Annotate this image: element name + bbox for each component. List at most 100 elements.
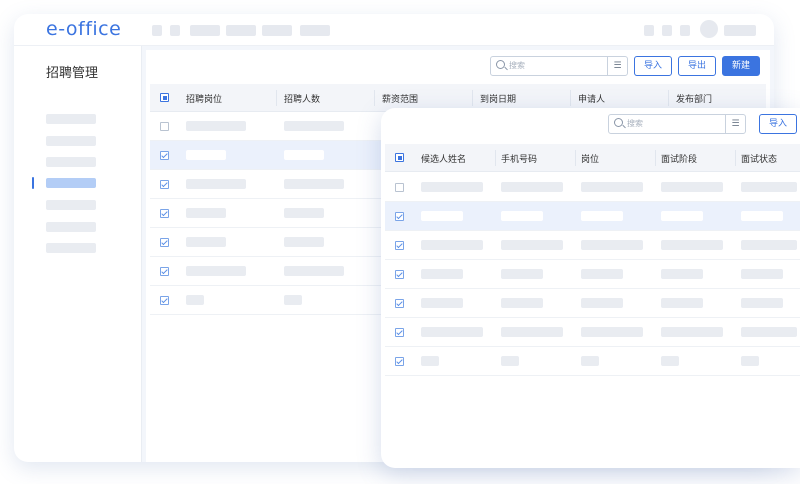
filter-icon[interactable]: ☰ <box>607 57 627 75</box>
column-divider <box>374 90 375 106</box>
row-checkbox[interactable] <box>395 357 404 366</box>
toolbar-icon-placeholder[interactable] <box>644 25 654 36</box>
row-checkbox[interactable] <box>395 270 404 279</box>
cell-placeholder <box>421 298 463 308</box>
import-button[interactable]: 导入 <box>634 56 672 76</box>
cell-placeholder <box>741 269 783 279</box>
sidebar-item[interactable] <box>46 243 96 253</box>
cell-placeholder <box>581 240 643 250</box>
column-divider <box>575 150 576 166</box>
column-header[interactable]: 手机号码 <box>501 152 537 165</box>
row-checkbox[interactable] <box>395 299 404 308</box>
top-nav-placeholder[interactable] <box>190 25 220 36</box>
table-header: 候选人姓名 手机号码 岗位 面试阶段 面试状态 <box>385 144 800 172</box>
toolbar-icon-placeholder[interactable] <box>662 25 672 36</box>
row-checkbox[interactable] <box>160 122 169 131</box>
column-header[interactable]: 面试状态 <box>741 152 777 165</box>
row-checkbox[interactable] <box>160 151 169 160</box>
cell-placeholder <box>421 269 463 279</box>
row-checkbox[interactable] <box>160 180 169 189</box>
cell-placeholder <box>741 211 783 221</box>
cell-placeholder <box>421 211 463 221</box>
create-button[interactable]: 新建 <box>722 56 760 76</box>
sidebar-title: 招聘管理 <box>46 66 99 81</box>
sidebar-item[interactable] <box>46 222 96 232</box>
cell-placeholder <box>421 327 483 337</box>
app-logo[interactable]: e-office <box>46 18 121 40</box>
search-placeholder: 搜索 <box>627 119 643 128</box>
cell-placeholder <box>581 269 623 279</box>
sidebar-item[interactable] <box>46 114 96 124</box>
export-button[interactable]: 导出 <box>678 56 716 76</box>
cell-placeholder <box>421 240 483 250</box>
select-all-checkbox[interactable] <box>160 93 169 102</box>
table-row[interactable] <box>385 173 800 202</box>
cell-placeholder <box>186 266 246 276</box>
table-row[interactable] <box>385 347 800 376</box>
column-header[interactable]: 岗位 <box>581 152 599 165</box>
column-header[interactable]: 招聘岗位 <box>186 92 222 105</box>
filter-icon[interactable]: ☰ <box>725 115 745 133</box>
cell-placeholder <box>581 356 599 366</box>
column-header[interactable]: 申请人 <box>578 92 605 105</box>
row-checkbox[interactable] <box>395 212 404 221</box>
row-checkbox[interactable] <box>395 241 404 250</box>
cell-placeholder <box>501 211 543 221</box>
table-row[interactable] <box>385 289 800 318</box>
cell-placeholder <box>284 150 324 160</box>
sidebar-item-active[interactable] <box>46 178 96 188</box>
row-checkbox[interactable] <box>160 296 169 305</box>
column-header[interactable]: 候选人姓名 <box>421 152 466 165</box>
row-checkbox[interactable] <box>395 328 404 337</box>
cell-placeholder <box>501 356 519 366</box>
column-header[interactable]: 到岗日期 <box>480 92 516 105</box>
cell-placeholder <box>661 356 679 366</box>
search-icon <box>614 118 623 127</box>
column-divider <box>472 90 473 106</box>
column-header[interactable]: 发布部门 <box>676 92 712 105</box>
top-nav-placeholder[interactable] <box>152 25 162 36</box>
sidebar-item[interactable] <box>46 136 96 146</box>
column-header[interactable]: 面试阶段 <box>661 152 697 165</box>
search-input[interactable]: 搜索 ☰ <box>490 56 628 76</box>
cell-placeholder <box>501 327 563 337</box>
cell-placeholder <box>741 356 759 366</box>
cell-placeholder <box>186 179 246 189</box>
column-header[interactable]: 招聘人数 <box>284 92 320 105</box>
user-avatar[interactable] <box>700 20 718 38</box>
row-checkbox[interactable] <box>160 238 169 247</box>
select-all-checkbox[interactable] <box>395 153 404 162</box>
import-button[interactable]: 导入 <box>759 114 797 134</box>
cell-placeholder <box>661 327 723 337</box>
sidebar-item[interactable] <box>46 157 96 167</box>
user-name-placeholder[interactable] <box>724 25 756 36</box>
top-nav-placeholder[interactable] <box>262 25 292 36</box>
cell-placeholder <box>741 240 797 250</box>
cell-placeholder <box>661 298 703 308</box>
cell-placeholder <box>661 182 723 192</box>
cell-placeholder <box>284 237 324 247</box>
top-nav-placeholder[interactable] <box>300 25 330 36</box>
search-placeholder: 搜索 <box>509 61 525 70</box>
row-checkbox[interactable] <box>395 183 404 192</box>
search-input[interactable]: 搜索 ☰ <box>608 114 746 134</box>
cell-placeholder <box>741 327 797 337</box>
cell-placeholder <box>186 208 226 218</box>
table-row[interactable] <box>385 260 800 289</box>
table-row[interactable] <box>385 318 800 347</box>
column-header[interactable]: 薪资范围 <box>382 92 418 105</box>
column-divider <box>495 150 496 166</box>
table-row-selected[interactable] <box>385 202 800 231</box>
sidebar-active-marker <box>32 177 34 189</box>
cell-placeholder <box>284 179 344 189</box>
cell-placeholder <box>581 211 623 221</box>
cell-placeholder <box>421 182 483 192</box>
top-nav-placeholder[interactable] <box>226 25 256 36</box>
cell-placeholder <box>581 327 643 337</box>
toolbar-icon-placeholder[interactable] <box>680 25 690 36</box>
row-checkbox[interactable] <box>160 209 169 218</box>
row-checkbox[interactable] <box>160 267 169 276</box>
sidebar-item[interactable] <box>46 200 96 210</box>
table-row[interactable] <box>385 231 800 260</box>
top-nav-placeholder[interactable] <box>170 25 180 36</box>
